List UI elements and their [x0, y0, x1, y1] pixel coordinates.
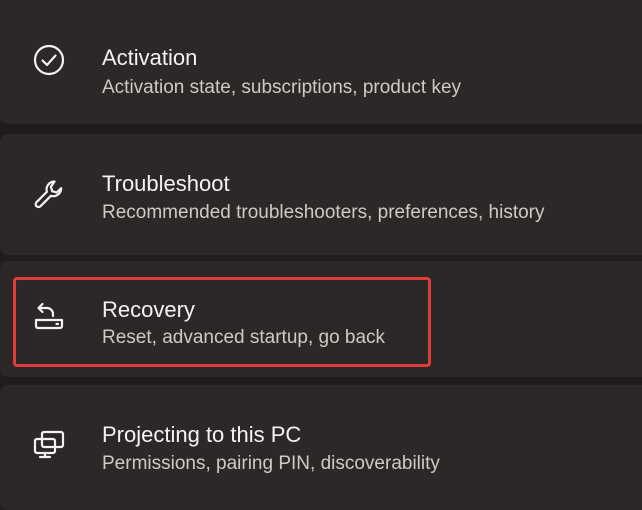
wrench-icon [30, 175, 68, 213]
settings-item-subtitle: Recommended troubleshooters, preferences… [102, 202, 545, 223]
checkmark-circle-icon [30, 41, 68, 79]
settings-item-activation[interactable]: Activation Activation state, subscriptio… [0, 0, 642, 124]
projecting-screens-icon [30, 425, 68, 463]
settings-item-troubleshoot[interactable]: Troubleshoot Recommended troubleshooters… [0, 134, 642, 255]
settings-item-title: Recovery [102, 297, 195, 322]
recovery-drive-icon [30, 296, 68, 334]
settings-item-subtitle: Reset, advanced startup, go back [102, 327, 386, 348]
settings-item-title: Projecting to this PC [102, 422, 302, 447]
settings-item-title: Troubleshoot [102, 171, 230, 196]
settings-list: Activation Activation state, subscriptio… [0, 0, 642, 510]
settings-item-recovery[interactable]: Recovery Reset, advanced startup, go bac… [0, 261, 642, 377]
settings-item-title: Activation [102, 45, 198, 70]
settings-item-projecting[interactable]: Projecting to this PC Permissions, pairi… [0, 385, 642, 510]
settings-item-subtitle: Permissions, pairing PIN, discoverabilit… [102, 453, 440, 474]
settings-item-subtitle: Activation state, subscriptions, product… [102, 77, 462, 98]
